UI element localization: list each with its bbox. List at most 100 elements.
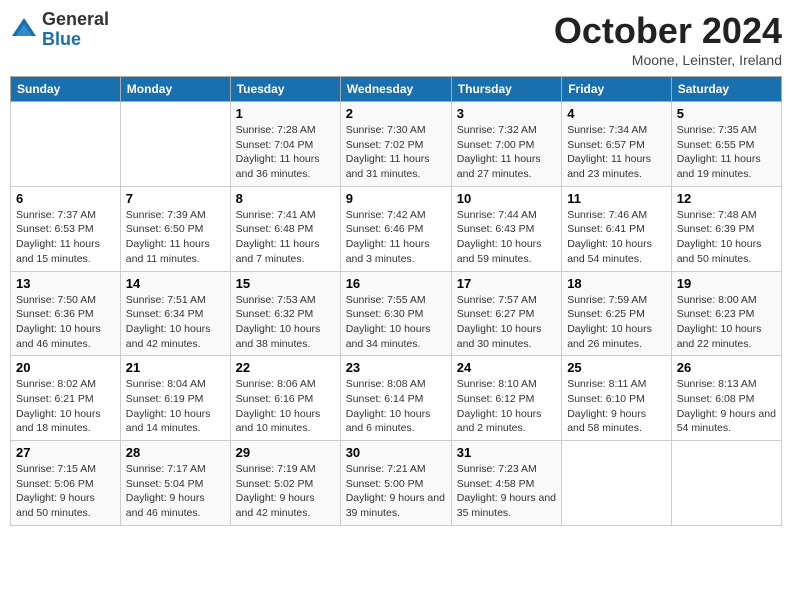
day-number: 5	[677, 106, 776, 121]
day-info: Sunrise: 7:28 AMSunset: 7:04 PMDaylight:…	[236, 123, 335, 182]
day-number: 3	[457, 106, 556, 121]
month-title: October 2024	[554, 10, 782, 52]
col-thursday: Thursday	[451, 77, 561, 102]
day-info: Sunrise: 7:51 AMSunset: 6:34 PMDaylight:…	[126, 293, 225, 352]
calendar-table: Sunday Monday Tuesday Wednesday Thursday…	[10, 76, 782, 526]
calendar-cell: 21 Sunrise: 8:04 AMSunset: 6:19 PMDaylig…	[120, 356, 230, 441]
calendar-cell: 23 Sunrise: 8:08 AMSunset: 6:14 PMDaylig…	[340, 356, 451, 441]
calendar-cell: 24 Sunrise: 8:10 AMSunset: 6:12 PMDaylig…	[451, 356, 561, 441]
calendar-cell: 7 Sunrise: 7:39 AMSunset: 6:50 PMDayligh…	[120, 186, 230, 271]
calendar-cell: 15 Sunrise: 7:53 AMSunset: 6:32 PMDaylig…	[230, 271, 340, 356]
logo: General Blue	[10, 10, 109, 50]
day-number: 19	[677, 276, 776, 291]
calendar-cell: 19 Sunrise: 8:00 AMSunset: 6:23 PMDaylig…	[671, 271, 781, 356]
location: Moone, Leinster, Ireland	[554, 52, 782, 68]
calendar-cell: 16 Sunrise: 7:55 AMSunset: 6:30 PMDaylig…	[340, 271, 451, 356]
calendar-cell: 31 Sunrise: 7:23 AMSunset: 4:58 PMDaylig…	[451, 441, 561, 526]
day-number: 13	[16, 276, 115, 291]
day-info: Sunrise: 7:32 AMSunset: 7:00 PMDaylight:…	[457, 123, 556, 182]
calendar-cell: 26 Sunrise: 8:13 AMSunset: 6:08 PMDaylig…	[671, 356, 781, 441]
day-number: 11	[567, 191, 666, 206]
calendar-cell: 20 Sunrise: 8:02 AMSunset: 6:21 PMDaylig…	[11, 356, 121, 441]
day-number: 8	[236, 191, 335, 206]
calendar-cell: 12 Sunrise: 7:48 AMSunset: 6:39 PMDaylig…	[671, 186, 781, 271]
day-info: Sunrise: 8:10 AMSunset: 6:12 PMDaylight:…	[457, 377, 556, 436]
day-info: Sunrise: 7:34 AMSunset: 6:57 PMDaylight:…	[567, 123, 666, 182]
day-number: 15	[236, 276, 335, 291]
col-saturday: Saturday	[671, 77, 781, 102]
day-info: Sunrise: 8:02 AMSunset: 6:21 PMDaylight:…	[16, 377, 115, 436]
day-number: 16	[346, 276, 446, 291]
day-info: Sunrise: 7:19 AMSunset: 5:02 PMDaylight:…	[236, 462, 335, 521]
day-info: Sunrise: 7:39 AMSunset: 6:50 PMDaylight:…	[126, 208, 225, 267]
calendar-cell: 29 Sunrise: 7:19 AMSunset: 5:02 PMDaylig…	[230, 441, 340, 526]
day-info: Sunrise: 7:17 AMSunset: 5:04 PMDaylight:…	[126, 462, 225, 521]
day-number: 7	[126, 191, 225, 206]
day-info: Sunrise: 7:42 AMSunset: 6:46 PMDaylight:…	[346, 208, 446, 267]
day-info: Sunrise: 7:15 AMSunset: 5:06 PMDaylight:…	[16, 462, 115, 521]
calendar-week-row: 1 Sunrise: 7:28 AMSunset: 7:04 PMDayligh…	[11, 102, 782, 187]
day-number: 10	[457, 191, 556, 206]
day-number: 21	[126, 360, 225, 375]
calendar-cell: 2 Sunrise: 7:30 AMSunset: 7:02 PMDayligh…	[340, 102, 451, 187]
col-tuesday: Tuesday	[230, 77, 340, 102]
day-number: 4	[567, 106, 666, 121]
col-friday: Friday	[562, 77, 672, 102]
day-number: 29	[236, 445, 335, 460]
calendar-cell: 25 Sunrise: 8:11 AMSunset: 6:10 PMDaylig…	[562, 356, 672, 441]
calendar-cell	[671, 441, 781, 526]
day-info: Sunrise: 7:59 AMSunset: 6:25 PMDaylight:…	[567, 293, 666, 352]
day-info: Sunrise: 7:21 AMSunset: 5:00 PMDaylight:…	[346, 462, 446, 521]
day-number: 28	[126, 445, 225, 460]
day-info: Sunrise: 7:41 AMSunset: 6:48 PMDaylight:…	[236, 208, 335, 267]
col-wednesday: Wednesday	[340, 77, 451, 102]
day-info: Sunrise: 7:53 AMSunset: 6:32 PMDaylight:…	[236, 293, 335, 352]
day-info: Sunrise: 7:23 AMSunset: 4:58 PMDaylight:…	[457, 462, 556, 521]
day-number: 17	[457, 276, 556, 291]
day-info: Sunrise: 8:11 AMSunset: 6:10 PMDaylight:…	[567, 377, 666, 436]
calendar-cell: 5 Sunrise: 7:35 AMSunset: 6:55 PMDayligh…	[671, 102, 781, 187]
day-number: 2	[346, 106, 446, 121]
calendar-week-row: 6 Sunrise: 7:37 AMSunset: 6:53 PMDayligh…	[11, 186, 782, 271]
calendar-cell: 14 Sunrise: 7:51 AMSunset: 6:34 PMDaylig…	[120, 271, 230, 356]
day-info: Sunrise: 7:50 AMSunset: 6:36 PMDaylight:…	[16, 293, 115, 352]
calendar-cell: 27 Sunrise: 7:15 AMSunset: 5:06 PMDaylig…	[11, 441, 121, 526]
col-monday: Monday	[120, 77, 230, 102]
day-info: Sunrise: 7:37 AMSunset: 6:53 PMDaylight:…	[16, 208, 115, 267]
logo-icon	[10, 16, 38, 44]
day-number: 12	[677, 191, 776, 206]
day-number: 31	[457, 445, 556, 460]
day-number: 27	[16, 445, 115, 460]
day-number: 23	[346, 360, 446, 375]
day-info: Sunrise: 8:00 AMSunset: 6:23 PMDaylight:…	[677, 293, 776, 352]
calendar-week-row: 13 Sunrise: 7:50 AMSunset: 6:36 PMDaylig…	[11, 271, 782, 356]
page-header: General Blue October 2024 Moone, Leinste…	[10, 10, 782, 68]
day-number: 26	[677, 360, 776, 375]
day-info: Sunrise: 7:48 AMSunset: 6:39 PMDaylight:…	[677, 208, 776, 267]
day-number: 24	[457, 360, 556, 375]
calendar-header-row: Sunday Monday Tuesday Wednesday Thursday…	[11, 77, 782, 102]
logo-general-text: General	[42, 10, 109, 30]
calendar-cell: 18 Sunrise: 7:59 AMSunset: 6:25 PMDaylig…	[562, 271, 672, 356]
calendar-cell: 30 Sunrise: 7:21 AMSunset: 5:00 PMDaylig…	[340, 441, 451, 526]
calendar-cell: 3 Sunrise: 7:32 AMSunset: 7:00 PMDayligh…	[451, 102, 561, 187]
day-info: Sunrise: 7:30 AMSunset: 7:02 PMDaylight:…	[346, 123, 446, 182]
col-sunday: Sunday	[11, 77, 121, 102]
day-number: 30	[346, 445, 446, 460]
calendar-cell: 9 Sunrise: 7:42 AMSunset: 6:46 PMDayligh…	[340, 186, 451, 271]
calendar-cell: 11 Sunrise: 7:46 AMSunset: 6:41 PMDaylig…	[562, 186, 672, 271]
calendar-cell: 6 Sunrise: 7:37 AMSunset: 6:53 PMDayligh…	[11, 186, 121, 271]
day-info: Sunrise: 8:13 AMSunset: 6:08 PMDaylight:…	[677, 377, 776, 436]
day-number: 20	[16, 360, 115, 375]
day-info: Sunrise: 7:57 AMSunset: 6:27 PMDaylight:…	[457, 293, 556, 352]
calendar-cell: 17 Sunrise: 7:57 AMSunset: 6:27 PMDaylig…	[451, 271, 561, 356]
calendar-cell: 22 Sunrise: 8:06 AMSunset: 6:16 PMDaylig…	[230, 356, 340, 441]
day-number: 1	[236, 106, 335, 121]
day-info: Sunrise: 7:46 AMSunset: 6:41 PMDaylight:…	[567, 208, 666, 267]
calendar-cell: 10 Sunrise: 7:44 AMSunset: 6:43 PMDaylig…	[451, 186, 561, 271]
calendar-cell: 28 Sunrise: 7:17 AMSunset: 5:04 PMDaylig…	[120, 441, 230, 526]
calendar-week-row: 27 Sunrise: 7:15 AMSunset: 5:06 PMDaylig…	[11, 441, 782, 526]
calendar-cell: 1 Sunrise: 7:28 AMSunset: 7:04 PMDayligh…	[230, 102, 340, 187]
day-number: 22	[236, 360, 335, 375]
title-block: October 2024 Moone, Leinster, Ireland	[554, 10, 782, 68]
